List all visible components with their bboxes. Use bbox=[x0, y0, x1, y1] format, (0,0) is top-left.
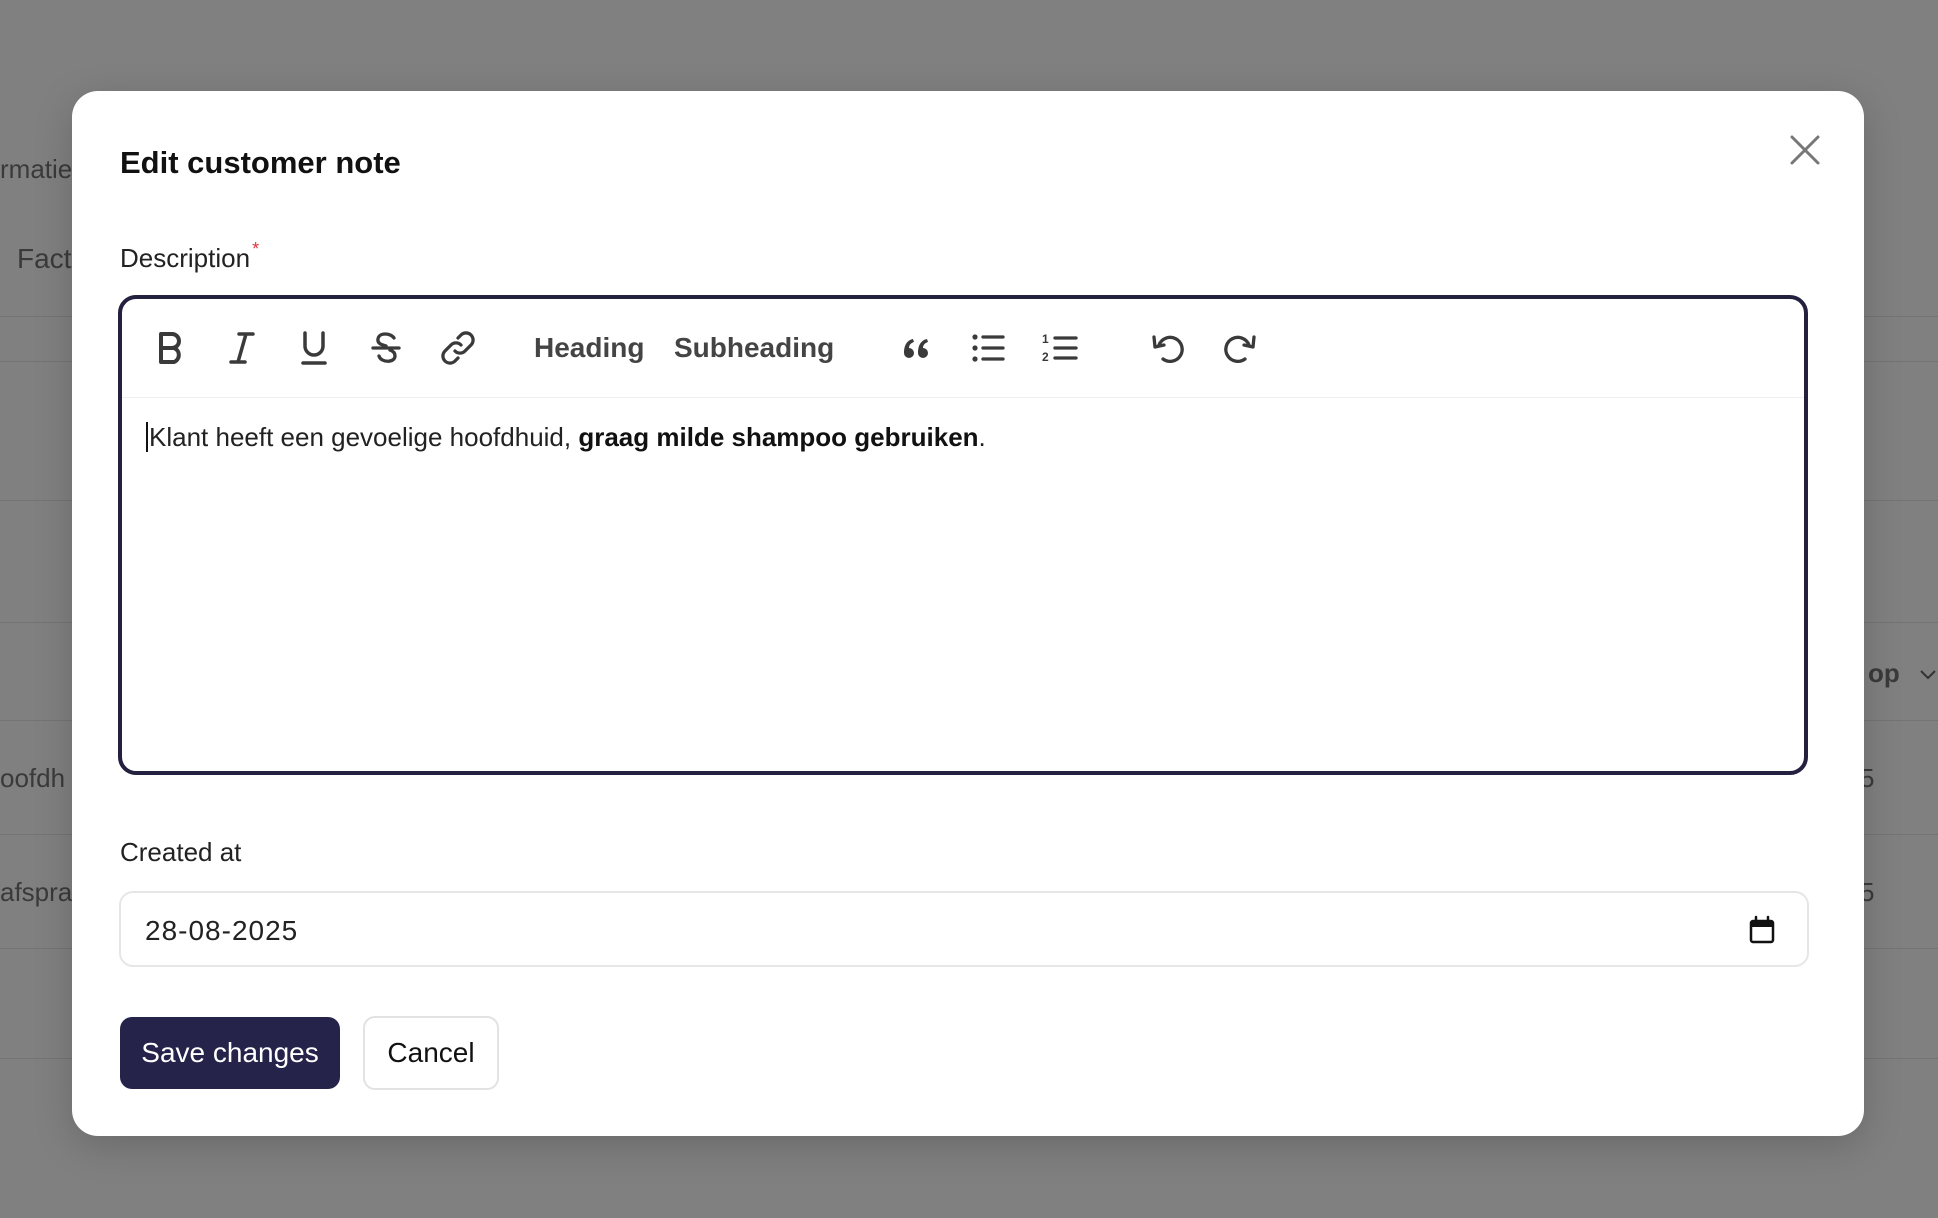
subheading-button[interactable]: Subheading bbox=[674, 328, 834, 368]
edit-note-modal: Edit customer note Description * Heading… bbox=[72, 91, 1864, 1136]
bullet-list-icon[interactable] bbox=[968, 328, 1008, 368]
required-marker: * bbox=[252, 239, 260, 259]
bg-fragment-row2: afspra bbox=[0, 877, 73, 907]
note-text-trailing: . bbox=[978, 422, 986, 452]
bg-fragment-info: rmatie bbox=[0, 154, 73, 184]
underline-icon[interactable] bbox=[294, 328, 334, 368]
italic-icon[interactable] bbox=[222, 328, 262, 368]
editor-toolbar: Heading Subheading 1 2 bbox=[122, 299, 1804, 398]
undo-icon[interactable] bbox=[1148, 328, 1188, 368]
bold-icon[interactable] bbox=[150, 328, 190, 368]
strikethrough-icon[interactable] bbox=[366, 328, 406, 368]
quote-icon[interactable] bbox=[896, 328, 936, 368]
date-value: 28-08-2025 bbox=[145, 915, 299, 946]
redo-icon[interactable] bbox=[1220, 328, 1260, 368]
description-label: Description * bbox=[120, 239, 259, 274]
note-text: Klant heeft een gevoelige hoofdhuid, bbox=[149, 422, 579, 452]
rich-text-editor[interactable]: Heading Subheading 1 2 Klant heeft een g… bbox=[118, 295, 1808, 775]
svg-text:1: 1 bbox=[1042, 332, 1049, 346]
note-text-bold: graag milde shampoo gebruiken bbox=[578, 422, 979, 452]
cancel-button[interactable]: Cancel bbox=[363, 1016, 499, 1090]
save-changes-button[interactable]: Save changes bbox=[120, 1017, 340, 1089]
close-icon[interactable] bbox=[1784, 129, 1826, 171]
numbered-list-icon[interactable]: 1 2 bbox=[1040, 328, 1080, 368]
editor-content[interactable]: Klant heeft een gevoelige hoofdhuid, gra… bbox=[146, 421, 1780, 455]
link-icon[interactable] bbox=[438, 328, 478, 368]
svg-text:2: 2 bbox=[1042, 350, 1049, 364]
text-caret bbox=[146, 422, 148, 452]
description-label-text: Description bbox=[120, 243, 251, 273]
modal-title: Edit customer note bbox=[120, 145, 401, 180]
created-at-date-input[interactable]: 28-08-2025 bbox=[119, 891, 1809, 967]
heading-button[interactable]: Heading bbox=[534, 328, 644, 368]
calendar-icon[interactable] bbox=[1747, 915, 1777, 945]
bg-fragment-tab: Fact bbox=[17, 243, 72, 274]
bg-fragment-sort: op bbox=[1868, 658, 1900, 688]
created-at-label: Created at bbox=[120, 837, 242, 867]
bg-fragment-row1: oofdh bbox=[0, 763, 66, 793]
chevron-down-icon bbox=[1920, 670, 1936, 680]
